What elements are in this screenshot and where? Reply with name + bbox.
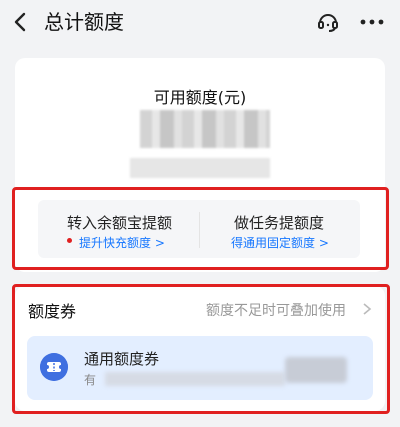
amount-detail-blurred (130, 158, 270, 178)
available-amount-blurred (140, 110, 270, 148)
highlight-box-actions (12, 187, 389, 270)
back-arrow-icon[interactable] (10, 11, 32, 33)
highlight-box-coupons (12, 284, 390, 414)
customer-service-icon[interactable] (316, 10, 340, 34)
top-bar: 总计额度 (0, 0, 400, 46)
available-limit-title: 可用额度(元) (153, 88, 247, 107)
more-icon[interactable] (358, 10, 386, 34)
page-title: 总计额度 (44, 10, 124, 34)
